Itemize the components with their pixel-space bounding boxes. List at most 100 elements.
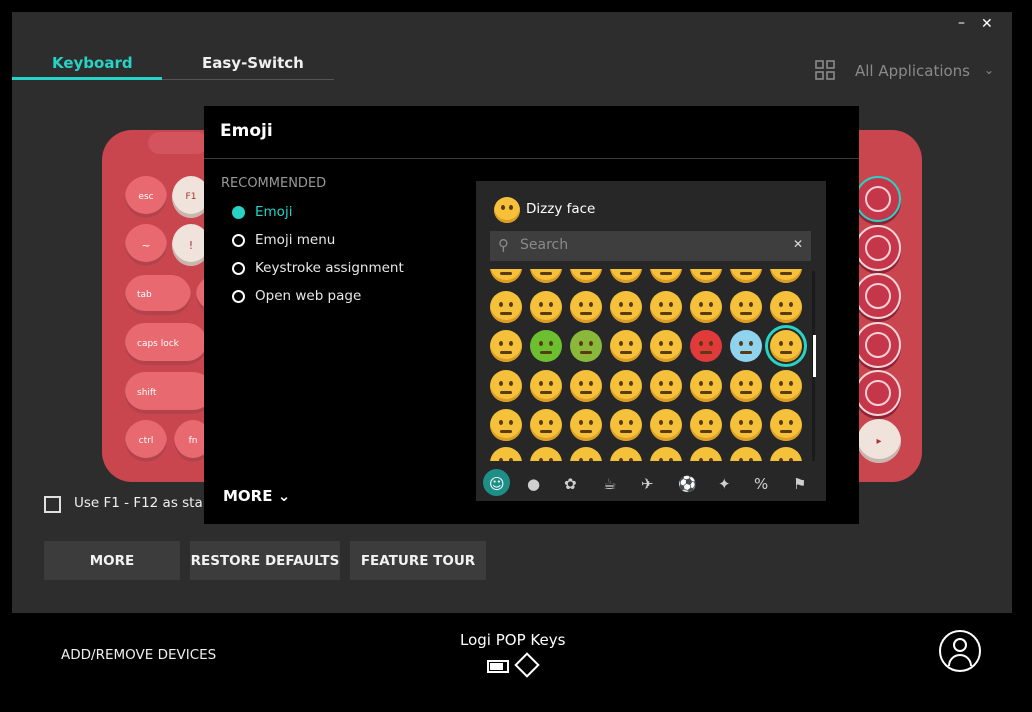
emoji-cell[interactable] (490, 291, 522, 323)
emoji-cell[interactable] (610, 447, 642, 461)
symbols-category-icon[interactable]: % (754, 475, 768, 493)
emoji-cell[interactable] (690, 291, 722, 323)
emoji-cell[interactable] (610, 291, 642, 323)
radio-emoji-menu[interactable] (232, 233, 245, 247)
more-toggle[interactable]: MORE ⌄ (223, 487, 290, 505)
play-icon[interactable]: ▸ (857, 419, 901, 463)
emoji-key-3[interactable] (855, 273, 901, 319)
emoji-cell[interactable] (770, 409, 802, 441)
esc-key[interactable]: esc (125, 176, 167, 218)
panel-title: Emoji (220, 121, 273, 141)
emoji-cell[interactable] (770, 269, 802, 283)
objects-category-icon[interactable]: ✦ (718, 475, 731, 493)
emoji-cell[interactable] (690, 269, 722, 283)
emoji-cell[interactable] (690, 447, 722, 461)
emoji-cell[interactable] (690, 370, 722, 402)
minimize-icon[interactable]: – (958, 15, 965, 31)
emoji-key-1[interactable] (855, 176, 901, 222)
search-input[interactable]: ⚲ Search ✕ (490, 231, 811, 261)
app-filter-label[interactable]: All Applications (855, 62, 970, 80)
emoji-cell[interactable] (530, 330, 562, 362)
emoji-cell[interactable] (650, 370, 682, 402)
emoji-cell[interactable] (770, 370, 802, 402)
option-emoji-menu-label: Emoji menu (255, 232, 336, 248)
feature-tour-button[interactable]: FEATURE TOUR (350, 541, 486, 580)
dizzy-face-selected-icon[interactable] (765, 325, 807, 367)
add-remove-devices-link[interactable]: ADD/REMOVE DEVICES (61, 647, 216, 663)
people-category-icon[interactable]: ● (527, 475, 540, 493)
shift-key[interactable]: shift (125, 372, 213, 414)
emoji-cell[interactable] (610, 370, 642, 402)
tab-easy-switch[interactable]: Easy-Switch (202, 54, 304, 72)
apps-grid-icon[interactable] (815, 60, 835, 80)
emoji-cell[interactable] (650, 447, 682, 461)
emoji-cell[interactable] (730, 330, 762, 362)
emoji-key-2[interactable] (855, 225, 901, 271)
emoji-cell[interactable] (490, 269, 522, 283)
emoji-cell[interactable] (490, 409, 522, 441)
clear-search-icon[interactable]: ✕ (793, 237, 803, 251)
emoji-cell[interactable] (570, 291, 602, 323)
emoji-cell[interactable] (610, 409, 642, 441)
scrollbar-thumb[interactable] (813, 335, 816, 377)
emoji-cell[interactable] (490, 370, 522, 402)
radio-emoji[interactable] (232, 205, 245, 219)
emoji-cell[interactable] (530, 370, 562, 402)
emoji-cell[interactable] (770, 447, 802, 461)
emoji-cell[interactable] (570, 409, 602, 441)
emoji-cell[interactable] (690, 409, 722, 441)
option-emoji[interactable]: Emoji (232, 204, 292, 220)
activities-category-icon[interactable]: ⚽ (678, 475, 697, 493)
fkeys-checkbox[interactable] (44, 496, 61, 513)
close-icon[interactable]: ✕ (981, 16, 993, 32)
restore-defaults-button[interactable]: RESTORE DEFAULTS (190, 541, 340, 580)
emoji-cell[interactable] (690, 330, 722, 362)
emoji-cell[interactable] (730, 370, 762, 402)
flags-category-icon[interactable]: ⚑ (793, 475, 806, 493)
emoji-cell[interactable] (490, 330, 522, 362)
emoji-cell[interactable] (650, 291, 682, 323)
tilde-key[interactable]: ~ (125, 224, 167, 266)
emoji-cell[interactable] (730, 269, 762, 283)
smileys-category-icon[interactable]: ☺ (489, 475, 505, 493)
emoji-cell[interactable] (730, 291, 762, 323)
animals-category-icon[interactable]: ✿ (564, 475, 577, 493)
travel-category-icon[interactable]: ✈ (641, 475, 654, 493)
chevron-down-icon[interactable]: ⌄ (984, 63, 994, 77)
tab-keyboard[interactable]: Keyboard (52, 54, 133, 72)
emoji-cell[interactable] (650, 409, 682, 441)
emoji-cell[interactable] (610, 330, 642, 362)
emoji-cell[interactable] (610, 269, 642, 283)
radio-web-page[interactable] (232, 289, 245, 303)
emoji-cell[interactable] (650, 330, 682, 362)
ctrl-key[interactable]: ctrl (125, 420, 167, 462)
dizzy-face-preview-icon (494, 197, 520, 223)
emoji-cell[interactable] (730, 409, 762, 441)
option-emoji-menu[interactable]: Emoji menu (232, 232, 335, 248)
emoji-key-4[interactable] (855, 322, 901, 368)
tab-key[interactable]: tab (125, 275, 191, 315)
emoji-cell[interactable] (570, 269, 602, 283)
option-keystroke[interactable]: Keystroke assignment (232, 260, 404, 276)
emoji-cell[interactable] (530, 409, 562, 441)
emoji-cell[interactable] (570, 330, 602, 362)
emoji-cell[interactable] (530, 269, 562, 283)
emoji-cell[interactable] (570, 447, 602, 461)
emoji-cell[interactable] (570, 370, 602, 402)
smile-emoji-icon (865, 186, 891, 212)
emoji-cell[interactable] (530, 291, 562, 323)
more-button[interactable]: MORE (44, 541, 180, 580)
emoji-cell[interactable] (730, 447, 762, 461)
emoji-cell[interactable] (490, 447, 522, 461)
option-web-page[interactable]: Open web page (232, 288, 361, 304)
chevron-down-icon: ⌄ (277, 487, 291, 505)
food-category-icon[interactable]: ☕ (603, 475, 616, 493)
caps-lock-key[interactable]: caps lock (125, 323, 207, 365)
radio-keystroke[interactable] (232, 261, 245, 275)
emoji-cell[interactable] (650, 269, 682, 283)
emoji-cell[interactable] (530, 447, 562, 461)
emoji-key-5[interactable] (855, 370, 901, 416)
search-placeholder: Search (520, 237, 569, 253)
emoji-cell[interactable] (770, 291, 802, 323)
profile-icon[interactable] (939, 630, 981, 672)
